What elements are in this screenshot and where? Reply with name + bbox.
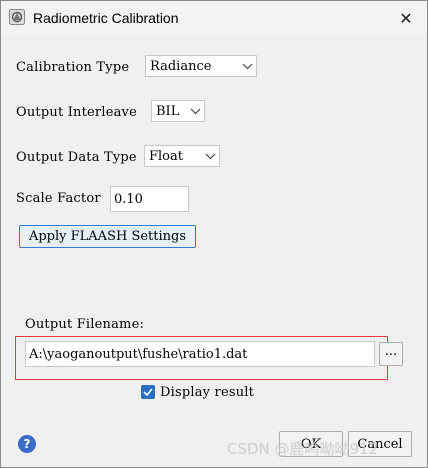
output-interleave-label: Output Interleave [16, 105, 137, 120]
output-data-type-label: Output Data Type [16, 150, 137, 165]
help-icon[interactable]: ? [18, 435, 36, 453]
calibration-type-label: Calibration Type [16, 60, 130, 75]
window-title: Radiometric Calibration [33, 10, 179, 26]
scale-factor-label: Scale Factor [16, 191, 101, 206]
chevron-down-icon [238, 56, 256, 76]
close-icon[interactable]: ✕ [393, 7, 419, 29]
title-bar: Radiometric Calibration ✕ [1, 1, 427, 35]
scale-factor-input[interactable]: 0.10 [110, 186, 189, 212]
display-result-label: Display result [160, 385, 255, 400]
browse-button[interactable]: ... [379, 342, 403, 366]
calibration-type-value: Radiance [150, 58, 212, 74]
display-result-checkbox[interactable] [141, 385, 155, 399]
app-icon [9, 9, 25, 25]
output-data-type-value: Float [149, 148, 183, 164]
watermark: CSDN @鹿鸣呦呦912 [227, 440, 379, 458]
radiometric-calibration-dialog: Radiometric Calibration ✕ Calibration Ty… [0, 0, 428, 468]
apply-flaash-settings-button[interactable]: Apply FLAASH Settings [19, 225, 196, 248]
output-interleave-value: BIL [156, 103, 180, 119]
output-data-type-dropdown[interactable]: Float [144, 145, 220, 167]
checkmark-icon [143, 388, 153, 396]
output-filename-label: Output Filename: [25, 317, 145, 332]
chevron-down-icon [201, 146, 219, 166]
output-interleave-dropdown[interactable]: BIL [151, 100, 205, 122]
chevron-down-icon [186, 101, 204, 121]
output-filename-input[interactable]: A:\yaoganoutput\fushe\ratio1.dat [25, 341, 375, 367]
calibration-type-dropdown[interactable]: Radiance [145, 55, 257, 77]
